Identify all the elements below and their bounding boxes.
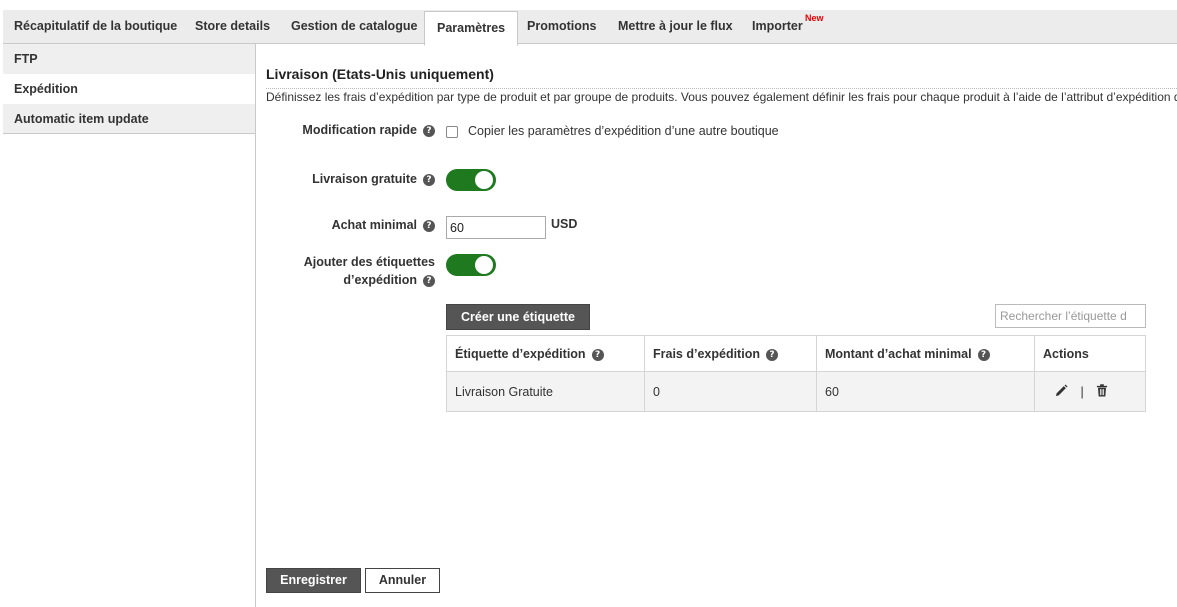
add-labels-label: Ajouter des étiquettes d’expédition?	[304, 253, 435, 289]
table-header-row: Étiquette d’expédition? Frais d’expéditi…	[446, 335, 1146, 372]
tab-update-feed[interactable]: Mettre à jour le flux	[618, 10, 733, 44]
help-icon[interactable]: ?	[423, 125, 435, 137]
tab-store-summary[interactable]: Récapitulatif de la boutique	[14, 10, 177, 44]
table-row: Livraison Gratuite 0 60 |	[446, 371, 1146, 412]
toggle-knob	[475, 256, 493, 274]
help-icon[interactable]: ?	[591, 348, 604, 361]
help-icon[interactable]: ?	[765, 348, 778, 361]
cell-min-amount: 60	[816, 371, 1035, 412]
free-shipping-toggle[interactable]	[446, 169, 496, 191]
section-title: Livraison (Etats-Unis uniquement)	[266, 66, 494, 82]
quick-edit-label-text: Modification rapide	[302, 123, 417, 137]
sidebar: FTP Expédition Automatic item update	[3, 44, 256, 607]
quick-edit-label: Modification rapide?	[302, 121, 435, 139]
tab-settings[interactable]: Paramètres	[424, 11, 519, 46]
min-purchase-label: Achat minimal?	[332, 216, 435, 234]
col-header-fee-text: Frais d’expédition	[653, 346, 760, 361]
add-labels-toggle[interactable]	[446, 254, 496, 276]
sidebar-item-ftp[interactable]: FTP	[3, 44, 255, 74]
col-header-min-amount-text: Montant d’achat minimal	[825, 346, 972, 361]
copy-settings-checkbox[interactable]	[446, 126, 458, 138]
save-button[interactable]: Enregistrer	[266, 568, 361, 593]
action-separator: |	[1080, 384, 1084, 399]
tab-import-label: Importer	[752, 19, 803, 33]
cancel-button[interactable]: Annuler	[365, 568, 440, 593]
add-labels-label-line2: d’expédition	[343, 273, 417, 287]
col-header-actions: Actions	[1034, 335, 1146, 372]
help-icon[interactable]: ?	[423, 220, 435, 232]
trash-icon[interactable]	[1096, 383, 1108, 400]
label-search-input[interactable]: Rechercher l’étiquette d	[995, 304, 1146, 328]
copy-settings-checkbox-label: Copier les paramètres d’expédition d’une…	[468, 124, 779, 138]
min-purchase-input[interactable]	[446, 216, 546, 239]
min-purchase-label-text: Achat minimal	[331, 218, 417, 232]
tab-catalog-management[interactable]: Gestion de catalogue	[291, 10, 417, 44]
currency-unit: USD	[551, 217, 578, 231]
add-labels-label-line1: Ajouter des étiquettes	[303, 255, 435, 269]
sidebar-item-shipping[interactable]: Expédition	[3, 74, 255, 104]
cell-fee: 0	[644, 371, 817, 412]
free-shipping-label: Livraison gratuite?	[312, 170, 435, 188]
cell-label: Livraison Gratuite	[446, 371, 645, 412]
toggle-knob	[475, 171, 493, 189]
sidebar-item-automatic-update[interactable]: Automatic item update	[3, 104, 255, 134]
tab-promotions[interactable]: Promotions	[527, 10, 596, 44]
top-tab-bar: Récapitulatif de la boutique Store detai…	[3, 10, 1177, 46]
help-icon[interactable]: ?	[423, 174, 435, 186]
free-shipping-label-text: Livraison gratuite	[312, 172, 417, 186]
col-header-min-amount: Montant d’achat minimal?	[816, 335, 1035, 372]
tab-store-details[interactable]: Store details	[195, 10, 270, 44]
help-icon[interactable]: ?	[977, 348, 990, 361]
shipping-labels-table: Étiquette d’expédition? Frais d’expéditi…	[446, 335, 1146, 412]
tab-import[interactable]: Importer New	[752, 10, 824, 44]
section-description: Définissez les frais d’expédition par ty…	[266, 90, 1177, 104]
col-header-label-text: Étiquette d’expédition	[455, 346, 586, 361]
col-header-fee: Frais d’expédition?	[644, 335, 817, 372]
col-header-label: Étiquette d’expédition?	[446, 335, 645, 372]
create-label-button[interactable]: Créer une étiquette	[446, 304, 590, 330]
section-divider	[266, 88, 1177, 89]
new-badge: New	[805, 13, 824, 23]
help-icon[interactable]: ?	[423, 275, 435, 287]
edit-icon[interactable]	[1055, 383, 1068, 400]
cell-actions: |	[1034, 371, 1146, 412]
